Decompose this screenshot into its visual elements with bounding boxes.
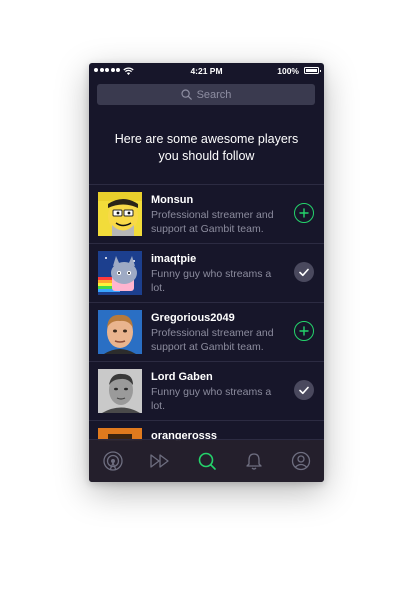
checkmark-icon <box>299 386 309 394</box>
avatar-gregorious2049 <box>98 310 142 354</box>
tab-broadcast[interactable] <box>98 446 128 476</box>
status-bar: 4:21 PM 100% <box>89 63 324 79</box>
player-row-gregorious2049[interactable]: Gregorious2049 Professional streamer and… <box>89 303 324 362</box>
search-placeholder: Search <box>196 88 232 101</box>
player-description: Funny guy who streams a lot. <box>151 386 272 412</box>
profile-icon <box>291 451 310 471</box>
follow-button[interactable] <box>294 321 314 341</box>
phone-screen: 4:21 PM 100% Search Here are some awesom… <box>89 63 324 482</box>
tab-videos[interactable] <box>145 446 175 476</box>
player-row-monsun[interactable]: Monsun Professional streamer and support… <box>89 185 324 244</box>
player-description: Funny guy who streams a lot. <box>151 268 272 294</box>
tab-notifications[interactable] <box>239 446 269 476</box>
tab-bar <box>89 439 324 482</box>
checkmark-icon <box>299 268 309 276</box>
avatar-imaqtpie <box>98 251 142 295</box>
tab-search[interactable] <box>192 446 222 476</box>
player-name: imaqtpie <box>151 253 197 265</box>
search-icon <box>180 89 192 100</box>
player-row-orangerosss[interactable]: orangerosss <box>89 421 324 441</box>
search-bar[interactable]: Search <box>97 84 315 105</box>
player-row-imaqtpie[interactable]: imaqtpie Funny guy who streams a lot. <box>89 244 324 303</box>
plus-icon <box>299 208 309 218</box>
player-description: Professional streamer and support at Gam… <box>151 209 274 235</box>
play-forward-icon <box>149 454 169 468</box>
avatar-monsun <box>98 192 142 236</box>
player-list[interactable]: Monsun Professional streamer and support… <box>89 184 324 441</box>
player-row-lord-gaben[interactable]: Lord Gaben Funny guy who streams a lot. <box>89 362 324 421</box>
tab-profile[interactable] <box>286 446 316 476</box>
player-name: Monsun <box>151 194 194 206</box>
search-icon <box>198 452 216 470</box>
player-description: Professional streamer and support at Gam… <box>151 327 274 353</box>
plus-icon <box>299 326 309 336</box>
battery-percentage: 100% <box>277 66 299 76</box>
bell-icon <box>245 453 262 470</box>
following-button[interactable] <box>294 380 314 400</box>
player-name: Lord Gaben <box>151 371 213 383</box>
player-name: Gregorious2049 <box>151 312 235 324</box>
broadcast-icon <box>102 451 123 471</box>
battery-icon <box>304 67 321 74</box>
page-title: Here are some awesome players you should… <box>89 131 324 165</box>
following-button[interactable] <box>294 262 314 282</box>
title-line-2: you should follow <box>158 149 255 163</box>
title-line-1: Here are some awesome players <box>114 132 299 146</box>
follow-button[interactable] <box>294 203 314 223</box>
avatar-lord-gaben <box>98 369 142 413</box>
